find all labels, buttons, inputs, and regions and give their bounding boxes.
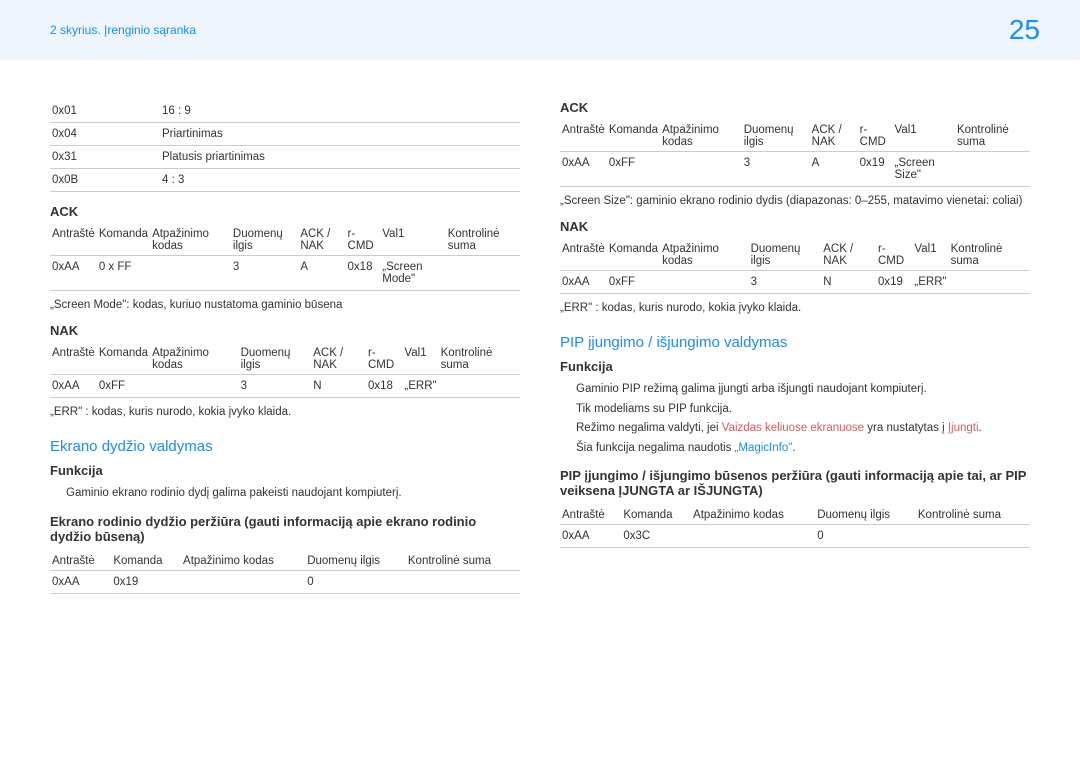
funkcija-title: Funkcija — [560, 359, 1030, 374]
link-on[interactable]: Įjungti — [948, 422, 979, 434]
size-control-title: Ekrano dydžio valdymas — [50, 438, 520, 455]
nak-note: „ERR" : kodas, kuris nurodo, kokia įvyko… — [560, 302, 1030, 314]
table-row: 0xAA 0x19 0 — [50, 570, 520, 593]
pip-status-title: PIP įjungimo / išjungimo būsenos peržiūr… — [560, 468, 1030, 498]
pip-table: Antraštė Komanda Atpažinimo kodas Duomen… — [560, 504, 1030, 548]
funkcija-text: Gaminio ekrano rodinio dydį galima pakei… — [50, 484, 520, 504]
funkcija-line: Šia funkcija negalima naudotis „MagicInf… — [576, 439, 1030, 459]
size-table: Antraštė Komanda Atpažinimo kodas Duomen… — [50, 550, 520, 594]
funkcija-block: Gaminio PIP režimą galima įjungti arba i… — [560, 380, 1030, 458]
table-row: 0xAA 0xFF 3 N 0x18 „ERR" — [50, 375, 520, 398]
pip-control-title: PIP įjungimo / išjungimo valdymas — [560, 334, 1030, 351]
ack-note: „Screen Mode": kodas, kuriuo nustatoma g… — [50, 299, 520, 311]
table-row: 0xAA 0x3C 0 — [560, 525, 1030, 548]
header-bar: 2 skyrius. Įrenginio sąranka 25 — [0, 0, 1080, 60]
nak-title: NAK — [560, 219, 1030, 234]
ack-table: Antraštė Komanda Atpažinimo kodas Duomen… — [50, 223, 520, 291]
content: 0x0116 : 9 0x04Priartinimas 0x31Platusis… — [0, 60, 1080, 622]
size-view-title: Ekrano rodinio dydžio peržiūra (gauti in… — [50, 514, 520, 544]
ack-title: ACK — [50, 204, 520, 219]
funkcija-line: Gaminio PIP režimą galima įjungti arba i… — [576, 380, 1030, 400]
link-video-multi[interactable]: Vaizdas keliuose ekranuose — [722, 422, 864, 434]
table-row: 0xAA 0xFF 3 N 0x19 „ERR" — [560, 271, 1030, 294]
nak-table: Antraštė Komanda Atpažinimo kodas Duomen… — [560, 238, 1030, 294]
page-number: 25 — [1009, 14, 1040, 46]
table-row: 0x0B4 : 3 — [50, 169, 520, 192]
table-row: 0x31Platusis priartinimas — [50, 146, 520, 169]
ack-table: Antraštė Komanda Atpažinimo kodas Duomen… — [560, 119, 1030, 187]
nak-table: Antraštė Komanda Atpažinimo kodas Duomen… — [50, 342, 520, 398]
table-row: 0xAA 0 x FF 3 A 0x18 „Screen Mode" — [50, 256, 520, 291]
table-row: 0x0116 : 9 — [50, 100, 520, 123]
codes-table: 0x0116 : 9 0x04Priartinimas 0x31Platusis… — [50, 100, 520, 192]
left-column: 0x0116 : 9 0x04Priartinimas 0x31Platusis… — [50, 100, 520, 602]
nak-title: NAK — [50, 323, 520, 338]
ack-note: „Screen Size": gaminio ekrano rodinio dy… — [560, 195, 1030, 207]
table-row: 0xAA 0xFF 3 A 0x19 „Screen Size" — [560, 152, 1030, 187]
nak-note: „ERR" : kodas, kuris nurodo, kokia įvyko… — [50, 406, 520, 418]
ack-title: ACK — [560, 100, 1030, 115]
breadcrumb: 2 skyrius. Įrenginio sąranka — [50, 23, 196, 37]
table-row: 0x04Priartinimas — [50, 123, 520, 146]
funkcija-title: Funkcija — [50, 463, 520, 478]
funkcija-line: Režimo negalima valdyti, jei Vaizdas kel… — [576, 419, 1030, 439]
link-magicinfo[interactable]: „MagicInfo" — [735, 442, 793, 454]
funkcija-line: Tik modeliams su PIP funkcija. — [576, 400, 1030, 420]
right-column: ACK Antraštė Komanda Atpažinimo kodas Du… — [560, 100, 1030, 602]
